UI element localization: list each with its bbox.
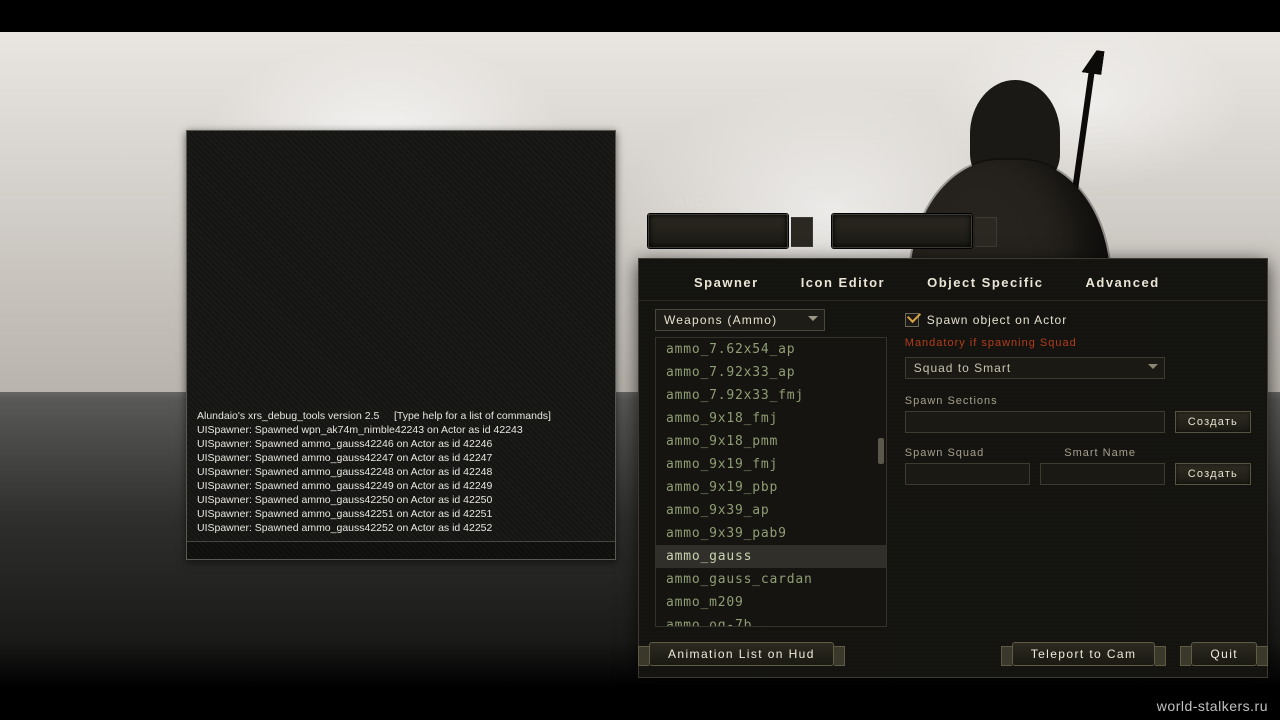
animation-list-button[interactable]: Animation List on Hud	[649, 642, 834, 666]
letterbox-top	[0, 0, 1280, 32]
hud-label-left: HUD target	[675, 195, 755, 209]
chevron-down-icon	[808, 316, 818, 326]
hud-labels: HUD target Nearest	[675, 195, 901, 209]
squad-to-smart-select[interactable]: Squad to Smart	[905, 357, 1165, 379]
list-scrollbar[interactable]	[878, 438, 884, 464]
spawn-sections-label: Spawn Sections	[905, 395, 1251, 407]
list-item[interactable]: ammo_9x19_pbp	[656, 476, 886, 499]
list-item[interactable]: ammo_gauss	[656, 545, 886, 568]
hud-label-right: Nearest	[845, 195, 901, 209]
tab-spawner[interactable]: Spawner	[694, 275, 759, 290]
list-item[interactable]: ammo_7.92x33_fmj	[656, 384, 886, 407]
list-item[interactable]: ammo_9x18_pmm	[656, 430, 886, 453]
spawn-sections-input[interactable]	[905, 411, 1165, 433]
mandatory-note: Mandatory if spawning Squad	[905, 337, 1251, 349]
list-item[interactable]: ammo_m209	[656, 591, 886, 614]
spawn-on-actor-checkbox[interactable]: Spawn object on Actor	[905, 313, 1251, 327]
tab-bar: Spawner Icon Editor Object Specific Advance…	[639, 259, 1267, 301]
tab-object-specific[interactable]: Object Specific	[927, 275, 1043, 290]
checkbox-icon	[905, 313, 919, 327]
category-select-value: Weapons (Ammo)	[664, 313, 777, 327]
list-item[interactable]: ammo_9x18_fmj	[656, 407, 886, 430]
smart-name-input[interactable]	[1040, 463, 1165, 485]
list-item[interactable]: ammo_og-7b	[656, 614, 886, 627]
list-item[interactable]: ammo_9x39_ap	[656, 499, 886, 522]
list-item[interactable]: ammo_9x19_fmj	[656, 453, 886, 476]
console-input[interactable]	[187, 541, 615, 559]
tab-icon-editor[interactable]: Icon Editor	[801, 275, 885, 290]
letterbox-bottom	[0, 688, 1280, 720]
hud-target-box	[648, 214, 788, 248]
spawn-squad-label: Spawn Squad	[905, 447, 985, 459]
spawn-on-actor-label: Spawn object on Actor	[927, 313, 1067, 327]
create-sections-button[interactable]: Создать	[1175, 411, 1251, 433]
quit-button[interactable]: Quit	[1191, 642, 1257, 666]
create-squad-button[interactable]: Создать	[1175, 463, 1251, 485]
list-item[interactable]: ammo_7.92x33_ap	[656, 361, 886, 384]
smart-name-label: Smart Name	[1064, 447, 1136, 459]
tab-advanced[interactable]: Advanced	[1086, 275, 1160, 290]
watermark: world-stalkers.ru	[1157, 698, 1268, 714]
hud-nearest-box	[832, 214, 972, 248]
list-item[interactable]: ammo_9x39_pab9	[656, 522, 886, 545]
list-item[interactable]: ammo_gauss_cardan	[656, 568, 886, 591]
teleport-to-cam-button[interactable]: Teleport to Cam	[1012, 642, 1156, 666]
panel-bottom-bar: Animation List on Hud Teleport to Cam Qu…	[649, 639, 1257, 669]
squad-to-smart-label: Squad to Smart	[914, 361, 1011, 375]
console-log: Alundaio's xrs_debug_tools version 2.5 […	[197, 409, 605, 535]
chevron-down-icon	[1148, 364, 1158, 374]
category-select[interactable]: Weapons (Ammo)	[655, 309, 825, 331]
spawn-item-list[interactable]: ammo_7.62x54_apammo_7.92x33_apammo_7.92x…	[655, 337, 887, 627]
debug-console: Alundaio's xrs_debug_tools version 2.5 […	[186, 130, 616, 560]
debug-panel: Spawner Icon Editor Object Specific Advance…	[638, 258, 1268, 678]
spawn-squad-input[interactable]	[905, 463, 1030, 485]
list-item[interactable]: ammo_7.62x54_ap	[656, 338, 886, 361]
